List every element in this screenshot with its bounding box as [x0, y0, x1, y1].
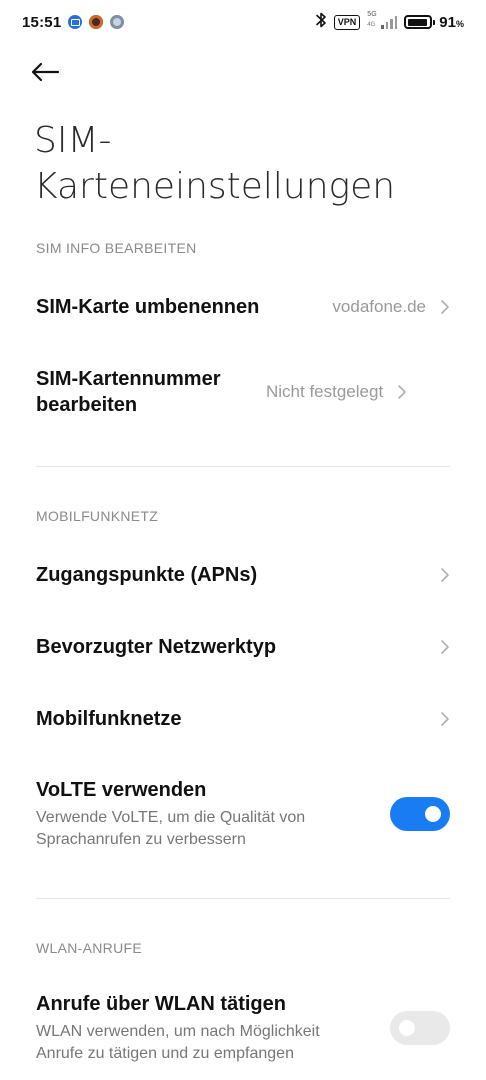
mobile-networks-title: Mobilfunknetze [36, 708, 182, 730]
status-time: 15:51 [22, 13, 62, 31]
apn-row[interactable]: Zugangspunkte (APNs) [0, 548, 486, 602]
divider [36, 898, 450, 899]
status-bar: 15:51 VPN 5G 4G 91% [0, 0, 486, 44]
mail-notification-icon [68, 15, 83, 29]
signal-bars [381, 16, 398, 29]
chevron-right-icon [397, 384, 407, 400]
app-notification-icon [110, 15, 125, 29]
battery-percent: 91% [439, 14, 464, 31]
signal-icon: 5G 4G [367, 11, 398, 31]
vpn-icon: VPN [333, 14, 361, 30]
chevron-right-icon [440, 299, 450, 315]
volte-subtitle: Verwende VoLTE, um die Qualität von Spra… [36, 809, 306, 848]
apn-text: Zugangspunkte (APNs) [36, 562, 440, 588]
network-5g-label: 5G [367, 11, 377, 18]
section-label-sim-info: SIM INFO BEARBEITEN [36, 240, 197, 256]
volte-toggle[interactable] [390, 797, 450, 831]
sim-number-title: SIM-Kartennummer bearbeiten [36, 368, 221, 416]
battery-percent-value: 91 [439, 13, 456, 31]
sim-number-value: Nicht festgelegt [266, 382, 384, 401]
network-type-title: Bevorzugter Netzwerktyp [36, 636, 277, 658]
wifi-calling-text: Anrufe über WLAN tätigen WLAN verwenden,… [36, 991, 370, 1065]
status-right: VPN 5G 4G 91% [315, 11, 464, 33]
battery-icon [404, 15, 436, 29]
battery-percent-unit: % [455, 18, 464, 29]
wifi-calling-title: Anrufe über WLAN tätigen [36, 993, 286, 1015]
back-button[interactable] [30, 56, 74, 92]
mobile-networks-row[interactable]: Mobilfunknetze [0, 692, 486, 746]
status-left: 15:51 [22, 13, 125, 31]
page-title: SIM-Karteneinstellungen [34, 120, 396, 207]
arrow-left-icon [30, 62, 60, 87]
sim-number-row[interactable]: SIM-Kartennummer bearbeiten Nicht festge… [0, 362, 486, 422]
rename-sim-title: SIM-Karte umbenennen [36, 296, 260, 318]
wifi-calling-subtitle: WLAN verwenden, um nach Möglichkeit Anru… [36, 1023, 320, 1062]
toggle-knob [399, 1020, 415, 1036]
mobile-networks-text: Mobilfunknetze [36, 706, 440, 732]
section-label-wlan-calling: WLAN-ANRUFE [36, 940, 142, 956]
network-type-text: Bevorzugter Netzwerktyp [36, 634, 440, 660]
rename-sim-text: SIM-Karte umbenennen [36, 294, 332, 320]
wifi-calling-row[interactable]: Anrufe über WLAN tätigen WLAN verwenden,… [0, 988, 486, 1068]
chevron-right-icon [440, 711, 450, 727]
battery-fill [407, 18, 427, 26]
apn-title: Zugangspunkte (APNs) [36, 564, 258, 586]
divider [36, 466, 450, 467]
toggle-knob [425, 806, 441, 822]
bluetooth-icon [315, 11, 327, 33]
chevron-right-icon [440, 567, 450, 583]
chevron-right-icon [440, 639, 450, 655]
network-4g-label: 4G [367, 22, 376, 28]
rename-sim-value: vodafone.de [332, 297, 426, 316]
section-label-mobile-network: MOBILFUNKNETZ [36, 508, 159, 524]
sim-number-text: SIM-Kartennummer bearbeiten [36, 366, 266, 418]
volte-text: VoLTE verwenden Verwende VoLTE, um die Q… [36, 777, 370, 851]
rename-sim-row[interactable]: SIM-Karte umbenennen vodafone.de [0, 280, 486, 334]
volte-title: VoLTE verwenden [36, 779, 207, 801]
wifi-calling-toggle[interactable] [390, 1011, 450, 1045]
app-notification-icon [89, 15, 104, 29]
volte-row[interactable]: VoLTE verwenden Verwende VoLTE, um die Q… [0, 774, 486, 854]
network-type-row[interactable]: Bevorzugter Netzwerktyp [0, 620, 486, 674]
